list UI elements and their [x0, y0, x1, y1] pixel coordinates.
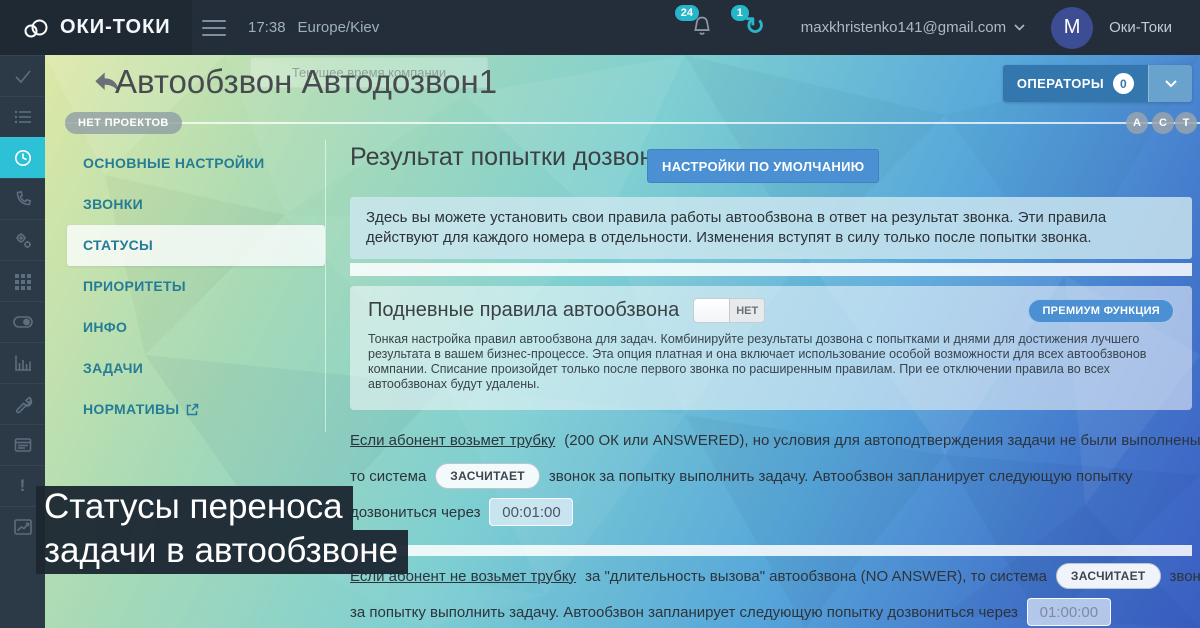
- premium-feature-badge: ПРЕМИУМ ФУНКЦИЯ: [1028, 299, 1174, 323]
- clock-time: 17:38: [248, 19, 286, 36]
- rail-item-scripts[interactable]: [0, 424, 45, 465]
- menu-item-info[interactable]: ИНФО: [67, 307, 325, 348]
- caption-line-1: Статусы переноса: [36, 486, 353, 530]
- rule-no-answer-line1: Если абонент не возьмет трубку за "длите…: [350, 563, 1200, 589]
- rail-item-calls[interactable]: [0, 178, 45, 219]
- daily-rules-toggle[interactable]: НЕТ: [693, 298, 765, 323]
- bar-chart-icon: [13, 353, 33, 373]
- cloud-logo-icon: [22, 16, 50, 40]
- menu-item-standards[interactable]: НОРМАТИВЫ: [67, 389, 325, 430]
- rail-item-toggles[interactable]: [0, 301, 45, 342]
- separator: [350, 545, 1192, 556]
- history-count-badge: 1: [731, 5, 749, 21]
- separator: [350, 263, 1192, 276]
- notifications-count-badge: 24: [675, 5, 699, 21]
- chevron-down-icon: [1014, 24, 1025, 31]
- caption-overlay: Статусы переноса задачи в автообзвоне: [36, 486, 408, 574]
- account-email: maxkhristenko141@gmail.com: [801, 19, 1006, 36]
- brand-name: ОКИ-ТОКИ: [60, 16, 171, 39]
- rail-item-tools[interactable]: [0, 383, 45, 424]
- toggle-knob: [694, 299, 730, 322]
- alert-icon: !: [20, 476, 26, 496]
- settings-menu: ОСНОВНЫЕ НАСТРОЙКИ ЗВОНКИ СТАТУСЫ ПРИОРИ…: [67, 143, 325, 430]
- count-attempt-button[interactable]: ЗАСЧИТАЕТ: [435, 463, 540, 489]
- menu-item-tasks[interactable]: ЗАДАЧИ: [67, 348, 325, 389]
- card-icon: [13, 435, 33, 455]
- retry-interval-input[interactable]: [489, 498, 573, 526]
- wrench-icon: [13, 394, 33, 414]
- toggle-icon: [12, 312, 34, 332]
- rail-item-queues[interactable]: [0, 260, 45, 301]
- caption-line-2: задачи в автообзвоне: [36, 530, 408, 574]
- external-link-icon: [186, 403, 199, 416]
- history-button[interactable]: 1 ↻: [745, 13, 775, 43]
- menu-divider: [325, 140, 326, 432]
- intro-note: Здесь вы можете установить свои правила …: [350, 197, 1192, 259]
- top-bar: ОКИ-ТОКИ 17:38 Europe/Kiev 24 1 ↻ maxkhr…: [0, 0, 1200, 55]
- retry-interval-input[interactable]: [1027, 598, 1111, 626]
- line-chart-icon: [13, 517, 33, 537]
- default-settings-button[interactable]: НАСТРОЙКИ ПО УМОЛЧАНИЮ: [647, 149, 879, 183]
- check-icon: [13, 66, 33, 86]
- premium-description: Тонкая настройка правил автообзвона для …: [368, 332, 1174, 392]
- list-icon: [13, 107, 33, 127]
- no-projects-badge: НЕТ ПРОЕКТОВ: [65, 112, 182, 134]
- premium-title: Подневные правила автообзвона: [368, 299, 679, 322]
- rule-no-answer-line2: за попытку выполнить задачу. Автообзвон …: [350, 598, 1111, 626]
- account-dropdown[interactable]: maxkhristenko141@gmail.com: [801, 19, 1025, 36]
- rule-answered-line2: то система ЗАСЧИТАЕТ звонок за попытку в…: [350, 463, 1133, 489]
- premium-section: Подневные правила автообзвона НЕТ ПРЕМИУ…: [350, 286, 1192, 410]
- grid-icon: [13, 271, 33, 291]
- rail-item-list[interactable]: [0, 96, 45, 137]
- rule-answered-link[interactable]: Если абонент возьмет трубку: [350, 432, 555, 449]
- rail-item-autodialer-active[interactable]: [0, 137, 45, 178]
- menu-item-calls[interactable]: ЗВОНКИ: [67, 184, 325, 225]
- count-attempt-button[interactable]: ЗАСЧИТАЕТ: [1056, 563, 1161, 589]
- phone-icon: [13, 189, 33, 209]
- toggle-state-label: НЕТ: [730, 299, 764, 322]
- rail-item-check[interactable]: [0, 55, 45, 96]
- logo[interactable]: ОКИ-ТОКИ: [0, 0, 192, 55]
- clock-icon: [13, 148, 33, 168]
- notifications-bell[interactable]: 24: [689, 13, 719, 43]
- rule-answered-line1: Если абонент возьмет трубку (200 ОК или …: [350, 432, 1200, 449]
- gears-icon: [13, 230, 33, 250]
- menu-item-main-settings[interactable]: ОСНОВНЫЕ НАСТРОЙКИ: [67, 143, 325, 184]
- account-name: Оки-Токи: [1109, 19, 1172, 36]
- menu-item-statuses[interactable]: СТАТУСЫ: [67, 225, 325, 266]
- main-panel: Результат попытки дозвона НАСТРОЙКИ ПО У…: [350, 55, 1192, 628]
- section-title: Результат попытки дозвона: [350, 143, 667, 172]
- menu-item-priorities[interactable]: ПРИОРИТЕТЫ: [67, 266, 325, 307]
- menu-hamburger-icon[interactable]: [202, 20, 226, 36]
- rail-item-settings[interactable]: [0, 219, 45, 260]
- timezone-label[interactable]: Europe/Kiev: [298, 19, 380, 36]
- rail-item-reports[interactable]: [0, 342, 45, 383]
- avatar[interactable]: M: [1051, 7, 1093, 49]
